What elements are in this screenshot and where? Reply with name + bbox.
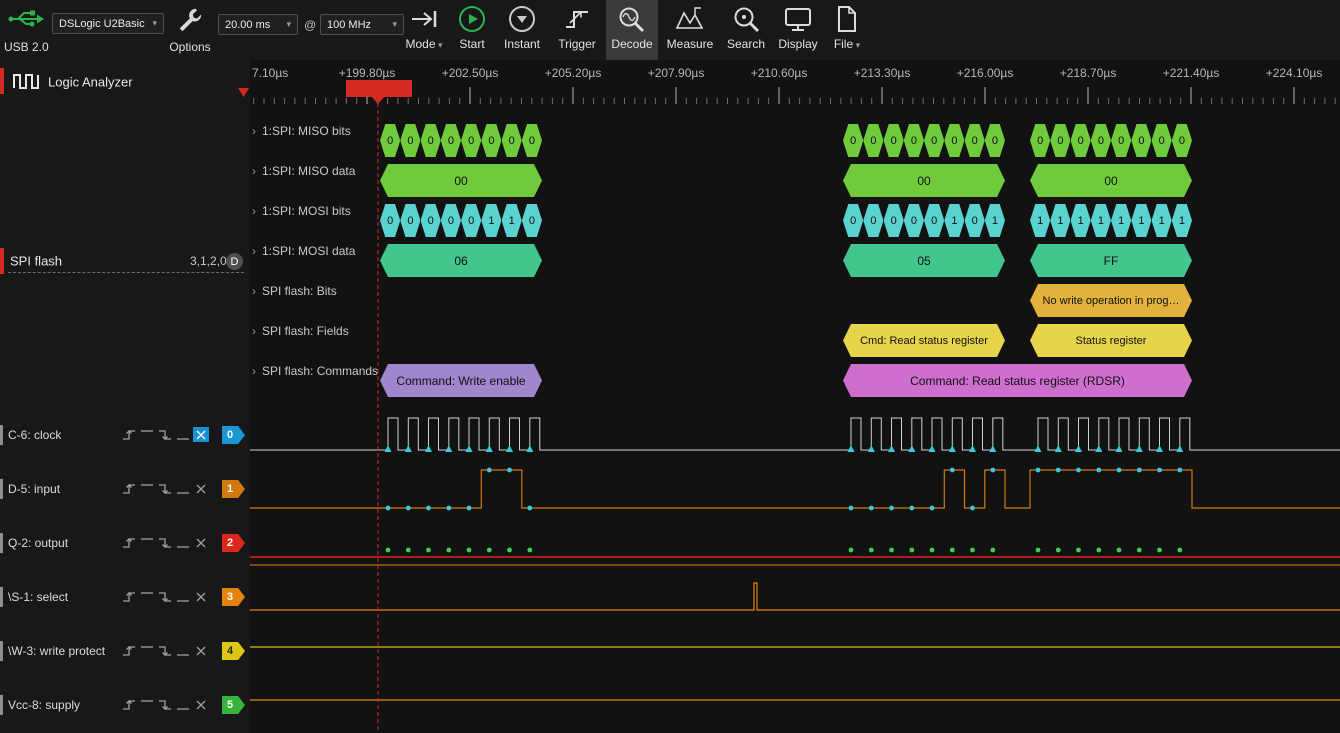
trigger-left-marker <box>238 88 249 97</box>
rising-edge-marker <box>1095 445 1102 452</box>
rising-edge-marker <box>526 445 533 452</box>
rising-edge-marker <box>1136 445 1143 452</box>
rising-edge-marker <box>486 445 493 452</box>
rising-edge-marker <box>405 445 412 452</box>
output-sample-dot <box>1177 548 1182 553</box>
input-sample-dot <box>970 506 975 511</box>
output-sample-dot <box>1117 548 1122 553</box>
ruler-tick-label: +210.60µs <box>751 66 808 80</box>
ruler-tick-label: +216.00µs <box>957 66 1014 80</box>
output-sample-dot <box>930 548 935 553</box>
output-sample-dot <box>1056 548 1061 553</box>
input-sample-dot <box>1137 468 1142 473</box>
input-waveform <box>250 470 1340 508</box>
rising-edge-marker <box>385 445 392 452</box>
input-sample-dot <box>426 506 431 511</box>
ruler-tick-label: +221.40µs <box>1163 66 1220 80</box>
rising-edge-marker <box>1176 445 1183 452</box>
output-sample-dot <box>889 548 894 553</box>
rising-edge-marker <box>888 445 895 452</box>
rising-edge-marker <box>466 445 473 452</box>
input-sample-dot <box>446 506 451 511</box>
input-sample-dot <box>1076 468 1081 473</box>
waveform-canvas[interactable] <box>0 0 1340 733</box>
rising-edge-marker <box>848 445 855 452</box>
output-sample-dot <box>426 548 431 553</box>
output-sample-dot <box>406 548 411 553</box>
input-sample-dot <box>1036 468 1041 473</box>
ruler-tick-label: +213.30µs <box>854 66 911 80</box>
input-sample-dot <box>869 506 874 511</box>
output-sample-dot <box>849 548 854 553</box>
trigger-flag-pointer <box>371 96 385 104</box>
rising-edge-marker <box>506 445 513 452</box>
output-sample-dot <box>507 548 512 553</box>
output-sample-dot <box>970 548 975 553</box>
input-sample-dot <box>1117 468 1122 473</box>
ruler-tick-label: +207.90µs <box>648 66 705 80</box>
input-sample-dot <box>909 506 914 511</box>
input-sample-dot <box>386 506 391 511</box>
ruler-tick-label: +218.70µs <box>1060 66 1117 80</box>
rising-edge-marker <box>1035 445 1042 452</box>
input-sample-dot <box>1177 468 1182 473</box>
ruler-tick-label: +199.80µs <box>339 66 396 80</box>
input-sample-dot <box>889 506 894 511</box>
rising-edge-marker <box>1075 445 1082 452</box>
ruler-tick-label: +205.20µs <box>545 66 602 80</box>
input-sample-dot <box>487 468 492 473</box>
rising-edge-marker <box>1055 445 1062 452</box>
rising-edge-marker <box>969 445 976 452</box>
output-sample-dot <box>1137 548 1142 553</box>
rising-edge-marker <box>868 445 875 452</box>
input-sample-dot <box>527 506 532 511</box>
output-sample-dot <box>1157 548 1162 553</box>
input-sample-dot <box>990 468 995 473</box>
rising-edge-marker <box>1116 445 1123 452</box>
input-sample-dot <box>1096 468 1101 473</box>
output-sample-dot <box>909 548 914 553</box>
input-sample-dot <box>467 506 472 511</box>
rising-edge-marker <box>1156 445 1163 452</box>
ruler-tick-label: +224.10µs <box>1266 66 1323 80</box>
output-sample-dot <box>446 548 451 553</box>
ruler-tick-label: +202.50µs <box>442 66 499 80</box>
output-sample-dot <box>950 548 955 553</box>
trigger-flag[interactable] <box>346 80 412 97</box>
output-sample-dot <box>1096 548 1101 553</box>
rising-edge-marker <box>989 445 996 452</box>
rising-edge-marker <box>929 445 936 452</box>
rising-edge-marker <box>908 445 915 452</box>
input-sample-dot <box>950 468 955 473</box>
input-sample-dot <box>1056 468 1061 473</box>
input-sample-dot <box>1157 468 1162 473</box>
output-sample-dot <box>990 548 995 553</box>
input-sample-dot <box>406 506 411 511</box>
rising-edge-marker <box>949 445 956 452</box>
output-sample-dot <box>1076 548 1081 553</box>
dsview-app: USB 2.0 DSLogic U2Basic▾ Options 20.00 m… <box>0 0 1340 733</box>
rising-edge-marker <box>425 445 432 452</box>
output-sample-dot <box>1036 548 1041 553</box>
input-sample-dot <box>930 506 935 511</box>
select-waveform <box>250 583 1340 610</box>
output-sample-dot <box>386 548 391 553</box>
input-sample-dot <box>849 506 854 511</box>
output-sample-dot <box>487 548 492 553</box>
ruler-start-label: 7.10µs <box>252 66 288 80</box>
rising-edge-marker <box>445 445 452 452</box>
input-sample-dot <box>507 468 512 473</box>
clock-waveform <box>250 418 1340 450</box>
output-sample-dot <box>527 548 532 553</box>
output-sample-dot <box>467 548 472 553</box>
output-sample-dot <box>869 548 874 553</box>
